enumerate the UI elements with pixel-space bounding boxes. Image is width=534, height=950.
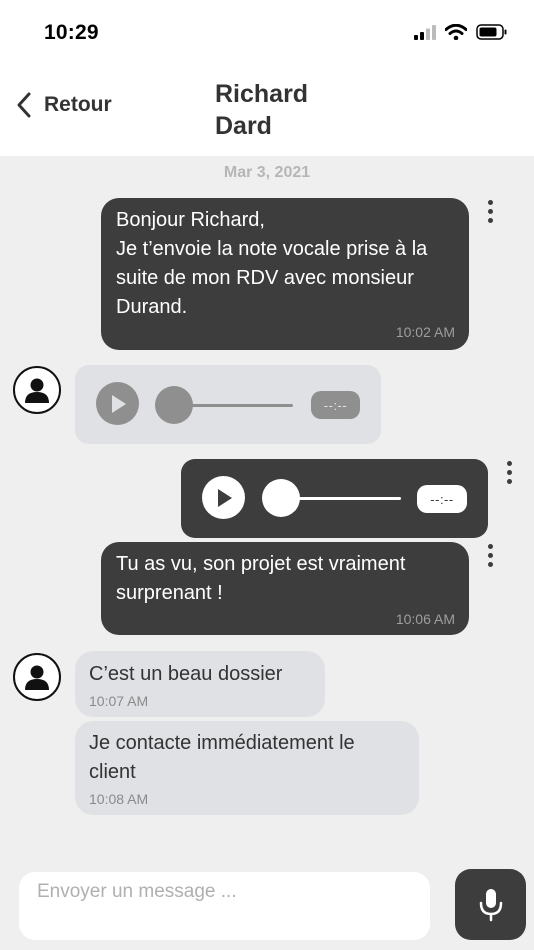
play-button[interactable] — [202, 476, 245, 519]
outgoing-message[interactable]: Bonjour Richard, Je t’envoie la note voc… — [101, 198, 469, 350]
incoming-message[interactable]: Je contacte immédiatement le client 10:0… — [75, 721, 419, 815]
more-vertical-icon[interactable] — [485, 200, 495, 223]
back-label: Retour — [44, 93, 112, 116]
contact-name: Richard Dard — [215, 80, 309, 140]
user-icon — [25, 378, 49, 403]
message-time: 10:07 AM — [89, 693, 149, 709]
audio-progress-thumb[interactable] — [262, 479, 300, 517]
play-icon — [217, 488, 232, 507]
message-text: Tu as vu, son projet est vraiment surpre… — [116, 553, 406, 604]
status-icons — [414, 24, 508, 40]
message-time: 10:06 AM — [395, 611, 455, 627]
battery-icon — [476, 24, 507, 40]
message-time: 10:08 AM — [89, 791, 149, 807]
user-icon — [25, 665, 49, 690]
more-vertical-icon[interactable] — [485, 544, 495, 567]
play-button[interactable] — [96, 382, 139, 425]
message-text: C’est un beau dossier — [89, 663, 283, 685]
wifi-icon — [445, 24, 467, 40]
chat-header: Retour Richard Dard — [0, 62, 534, 156]
outgoing-message[interactable]: Tu as vu, son projet est vraiment surpre… — [101, 542, 469, 635]
signal-icon — [414, 24, 436, 40]
incoming-message[interactable]: C’est un beau dossier 10:07 AM — [75, 651, 325, 717]
record-voice-button[interactable] — [455, 869, 526, 940]
audio-duration: --:-- — [417, 485, 467, 513]
message-composer — [0, 860, 534, 950]
date-separator: Mar 3, 2021 — [223, 164, 311, 181]
more-vertical-icon[interactable] — [504, 461, 514, 484]
microphone-icon — [479, 888, 502, 921]
message-text: Bonjour Richard, Je t’envoie la note voc… — [116, 209, 428, 318]
audio-duration: --:-- — [311, 391, 360, 419]
avatar — [13, 366, 61, 414]
status-bar: 10:29 — [0, 0, 534, 62]
status-time: 10:29 — [44, 21, 99, 44]
outgoing-audio-message: --:-- — [181, 459, 488, 538]
chevron-left-icon — [17, 92, 31, 118]
message-time: 10:02 AM — [395, 324, 455, 340]
avatar — [13, 653, 61, 701]
play-icon — [111, 394, 126, 413]
message-text: Je contacte immédiatement le client — [89, 732, 355, 783]
audio-progress-thumb[interactable] — [155, 386, 193, 424]
incoming-audio-message: --:-- — [75, 365, 381, 444]
back-button[interactable]: Retour — [16, 92, 112, 118]
message-input[interactable] — [19, 872, 430, 940]
